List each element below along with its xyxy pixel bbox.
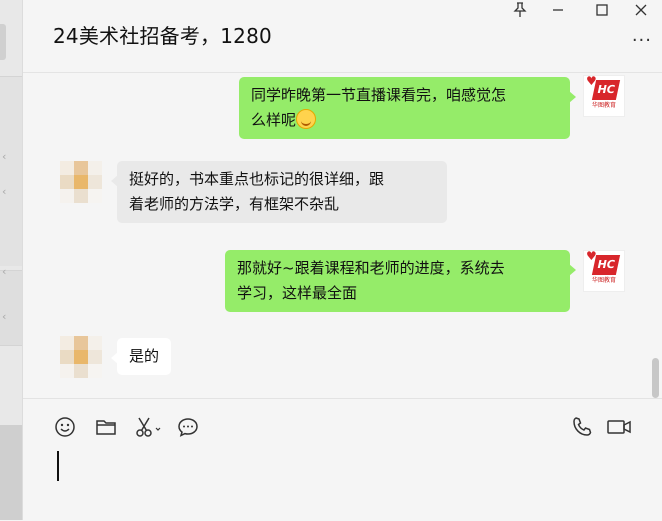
message-input-area[interactable] — [23, 398, 662, 521]
video-icon[interactable] — [606, 415, 634, 439]
pin-icon[interactable] — [509, 2, 531, 22]
scrollbar-thumb[interactable] — [652, 358, 659, 398]
folder-icon[interactable] — [94, 415, 118, 439]
message-bubble-incoming[interactable]: 是的 — [110, 338, 172, 375]
maximize-button[interactable] — [591, 2, 613, 22]
brand-logo-text: 华图教育 — [591, 102, 616, 109]
minimize-button[interactable] — [547, 0, 569, 20]
message-bubble-outgoing[interactable]: 那就好~跟着课程和老师的进度，系统去 学习，这样最全面 — [225, 250, 576, 312]
chat-header: 24美术社招备考，1280 ··· — [23, 0, 662, 73]
message-bubble-outgoing[interactable]: 同学昨晚第一节直播课看完，咱感觉怎 么样呢 — [239, 77, 576, 139]
divider — [0, 76, 22, 77]
contact-selected-marker — [0, 24, 6, 60]
chat-bubble-icon[interactable] — [176, 415, 200, 439]
contact-item[interactable] — [0, 76, 22, 266]
chevron-icon: ‹ — [2, 150, 7, 163]
message-text: 着老师的方法学，有框架不杂乱 — [129, 195, 340, 213]
emoji-icon[interactable] — [53, 415, 77, 439]
contact-avatar[interactable] — [60, 336, 102, 378]
brand-logo: HC — [591, 255, 621, 275]
contact-item[interactable] — [0, 270, 22, 345]
chat-title: 24美术社招备考，1280 — [53, 24, 272, 48]
message-text: 同学昨晚第一节直播课看完，咱感觉怎 — [251, 86, 507, 104]
self-avatar[interactable]: ♥ HC 华图教育 — [583, 249, 625, 292]
message-text: 是的 — [129, 347, 160, 365]
chevron-icon: ‹ — [2, 185, 7, 198]
brand-logo-text: 华图教育 — [591, 277, 616, 284]
message-bubble-incoming[interactable]: 挺好的，书本重点也标记的很详细，跟 着老师的方法学，有框架不杂乱 — [111, 161, 447, 223]
brand-logo: HC — [591, 80, 621, 100]
smile-emoji-icon — [296, 109, 317, 129]
more-options-button[interactable]: ··· — [632, 30, 652, 51]
self-avatar[interactable]: ♥ HC 华图教育 — [583, 74, 625, 117]
message-text: 学习，这样最全面 — [237, 284, 358, 302]
chevron-icon: ‹ — [2, 310, 7, 323]
contact-item[interactable] — [0, 425, 22, 520]
message-text: 挺好的，书本重点也标记的很详细，跟 — [129, 170, 385, 188]
message-text: 那就好~跟着课程和老师的进度，系统去 — [237, 259, 505, 277]
contact-list-strip: ‹ ‹ ‹ ‹ — [0, 0, 23, 520]
text-cursor[interactable] — [57, 451, 59, 481]
divider — [0, 345, 22, 346]
phone-icon[interactable] — [570, 415, 594, 439]
scissors-icon[interactable] — [134, 415, 164, 439]
close-button[interactable] — [630, 2, 652, 22]
message-list: 同学昨晚第一节直播课看完，咱感觉怎 么样呢 ♥ HC 华图教育 挺好的，书本重点… — [23, 73, 662, 398]
chat-window: 24美术社招备考，1280 ··· 同学昨晚第一节直播课看完，咱感觉怎 么样呢 … — [23, 0, 662, 521]
message-text: 么样呢 — [251, 108, 558, 133]
chevron-icon: ‹ — [2, 265, 7, 278]
contact-avatar[interactable] — [60, 161, 102, 203]
